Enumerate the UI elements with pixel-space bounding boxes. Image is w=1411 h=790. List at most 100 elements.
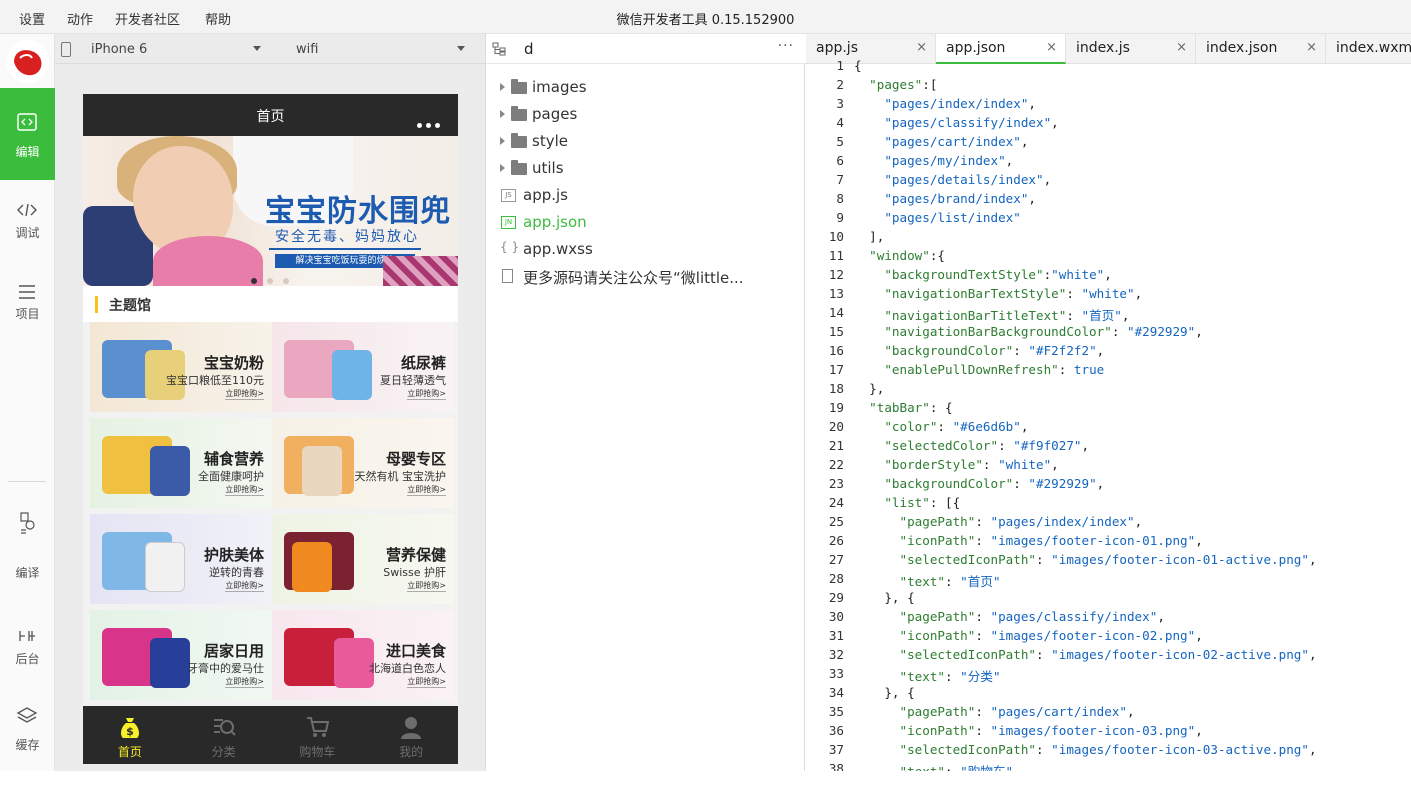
folder-style[interactable]: style (486, 128, 806, 155)
sidebar-item-compile[interactable]: 编译 (0, 504, 55, 596)
menu-actions[interactable]: 动作 (67, 9, 93, 28)
code-line[interactable]: 11 "window":{ (806, 248, 1411, 267)
code-line[interactable]: 38 "text": "购物车" (806, 761, 1411, 771)
file-readme[interactable]: 更多源码请关注公众号“微little... (486, 263, 806, 290)
code-line[interactable]: 7 "pages/details/index", (806, 172, 1411, 191)
chevron-right-icon[interactable] (500, 137, 505, 145)
code-line[interactable]: 4 "pages/classify/index", (806, 115, 1411, 134)
banner-carousel[interactable]: 宝宝防水围兜 安全无毒、妈妈放心 解决宝宝吃饭玩耍的烦恼 (83, 136, 458, 286)
close-icon[interactable]: × (1176, 40, 1187, 55)
code-line[interactable]: 28 "text": "首页" (806, 571, 1411, 590)
code-line[interactable]: 32 "selectedIconPath": "images/footer-ic… (806, 647, 1411, 666)
tab-home[interactable]: $ 首页 (83, 706, 177, 764)
chevron-down-icon[interactable] (253, 46, 261, 51)
file-app-json[interactable]: JN app.json (486, 209, 806, 236)
tile-buy-link[interactable]: 立即抢购> (225, 676, 264, 688)
code-line[interactable]: 2 "pages":[ (806, 77, 1411, 96)
folder-pages[interactable]: pages (486, 101, 806, 128)
tile-skincare[interactable]: 护肤美体 逆转的青春 立即抢购> (90, 514, 272, 604)
tile-imported-food[interactable]: 进口美食 北海道白色恋人 立即抢购> (272, 610, 454, 700)
tile-buy-link[interactable]: 立即抢购> (407, 676, 446, 688)
code-line[interactable]: 30 "pagePath": "pages/classify/index", (806, 609, 1411, 628)
file-app-js[interactable]: JS app.js (486, 182, 806, 209)
code-line[interactable]: 14 "navigationBarTitleText": "首页", (806, 305, 1411, 324)
tile-diapers[interactable]: 纸尿裤 夏日轻薄透气 立即抢购> (272, 322, 454, 412)
code-line[interactable]: 19 "tabBar": { (806, 400, 1411, 419)
sidebar-item-cache[interactable]: 缓存 (0, 698, 55, 790)
sidebar-item-debug[interactable]: 调试 (0, 180, 55, 272)
line-number: 22 (828, 457, 844, 472)
code-line[interactable]: 25 "pagePath": "pages/index/index", (806, 514, 1411, 533)
more-icon[interactable] (413, 113, 440, 132)
code-line[interactable]: 6 "pages/my/index", (806, 153, 1411, 172)
code-line[interactable]: 1{ (806, 58, 1411, 77)
tile-baby-food[interactable]: 辅食营养 全面健康呵护 立即抢购> (90, 418, 272, 508)
tile-mother-baby[interactable]: 母婴专区 天然有机 宝宝洗护 立即抢购> (272, 418, 454, 508)
more-options-icon[interactable]: ··· (778, 38, 794, 54)
tile-formula[interactable]: 宝宝奶粉 宝宝口粮低至110元 立即抢购> (90, 322, 272, 412)
sidebar-item-edit[interactable]: 编辑 (0, 88, 55, 180)
code-line[interactable]: 37 "selectedIconPath": "images/footer-ic… (806, 742, 1411, 761)
line-content: "iconPath": "images/footer-icon-02.png", (899, 628, 1203, 643)
chevron-right-icon[interactable] (500, 83, 505, 91)
tile-buy-link[interactable]: 立即抢购> (407, 580, 446, 592)
code-line[interactable]: 16 "backgroundColor": "#F2f2f2", (806, 343, 1411, 362)
carousel-pager[interactable] (251, 269, 299, 286)
close-icon[interactable]: × (1306, 40, 1317, 55)
network-select[interactable]: wifi (296, 42, 318, 57)
tile-buy-link[interactable]: 立即抢购> (225, 388, 264, 400)
tile-buy-link[interactable]: 立即抢购> (225, 484, 264, 496)
chevron-right-icon[interactable] (500, 164, 505, 172)
code-line[interactable]: 26 "iconPath": "images/footer-icon-01.pn… (806, 533, 1411, 552)
tile-buy-link[interactable]: 立即抢购> (407, 388, 446, 400)
code-line[interactable]: 15 "navigationBarBackgroundColor": "#292… (806, 324, 1411, 343)
tile-buy-link[interactable]: 立即抢购> (407, 484, 446, 496)
close-icon[interactable]: × (1046, 40, 1057, 55)
code-line[interactable]: 10 ], (806, 229, 1411, 248)
folder-images[interactable]: images (486, 74, 806, 101)
nav-title: 首页 (256, 109, 285, 125)
code-line[interactable]: 17 "enablePullDownRefresh": true (806, 362, 1411, 381)
code-line[interactable]: 20 "color": "#6e6d6b", (806, 419, 1411, 438)
sidebar-item-project[interactable]: 项目 (0, 272, 55, 364)
device-select[interactable]: iPhone 6 (91, 42, 147, 57)
code-line[interactable]: 12 "backgroundTextStyle":"white", (806, 267, 1411, 286)
code-area[interactable]: 1{2 "pages":[3 "pages/index/index", 4 "pa… (806, 58, 1411, 771)
close-icon[interactable]: × (916, 40, 927, 55)
code-line[interactable]: 27 "selectedIconPath": "images/footer-ic… (806, 552, 1411, 571)
sidebar-item-background[interactable]: 后台 (0, 614, 55, 706)
code-line[interactable]: 22 "borderStyle": "white", (806, 457, 1411, 476)
code-line[interactable]: 35 "pagePath": "pages/cart/index", (806, 704, 1411, 723)
line-content: "borderStyle": "white", (884, 457, 1059, 472)
code-line[interactable]: 24 "list": [{ (806, 495, 1411, 514)
code-line[interactable]: 33 "text": "分类" (806, 666, 1411, 685)
code-line[interactable]: 3 "pages/index/index", (806, 96, 1411, 115)
tab-mine[interactable]: 我的 (364, 706, 458, 764)
code-line[interactable]: 18 }, (806, 381, 1411, 400)
tab-classify[interactable]: 分类 (177, 706, 271, 764)
code-line[interactable]: 8 "pages/brand/index", (806, 191, 1411, 210)
tile-household[interactable]: 居家日用 牙膏中的爱马仕 立即抢购> (90, 610, 272, 700)
menu-help[interactable]: 帮助 (205, 9, 231, 28)
code-line[interactable]: 36 "iconPath": "images/footer-icon-03.pn… (806, 723, 1411, 742)
menu-settings[interactable]: 设置 (19, 9, 45, 28)
tile-buy-link[interactable]: 立即抢购> (225, 580, 264, 592)
code-line[interactable]: 5 "pages/cart/index", (806, 134, 1411, 153)
folder-utils[interactable]: utils (486, 155, 806, 182)
chevron-right-icon[interactable] (500, 110, 505, 118)
code-line[interactable]: 31 "iconPath": "images/footer-icon-02.pn… (806, 628, 1411, 647)
menu-developer-community[interactable]: 开发者社区 (115, 9, 180, 28)
tile-nutrition[interactable]: 营养保健 Swisse 护肝 立即抢购> (272, 514, 454, 604)
code-line[interactable]: 9 "pages/list/index" (806, 210, 1411, 229)
code-line[interactable]: 13 "navigationBarTextStyle": "white", (806, 286, 1411, 305)
file-app-wxss[interactable]: { } app.wxss (486, 236, 806, 263)
code-line[interactable]: 29 }, { (806, 590, 1411, 609)
chevron-down-icon[interactable] (457, 46, 465, 51)
tab-cart[interactable]: 购物车 (271, 706, 365, 764)
line-content: "color": "#6e6d6b", (884, 419, 1029, 434)
avatar[interactable] (6, 40, 49, 83)
file-tree-icon[interactable] (492, 42, 508, 56)
code-line[interactable]: 21 "selectedColor": "#f9f027", (806, 438, 1411, 457)
code-line[interactable]: 34 }, { (806, 685, 1411, 704)
code-line[interactable]: 23 "backgroundColor": "#292929", (806, 476, 1411, 495)
